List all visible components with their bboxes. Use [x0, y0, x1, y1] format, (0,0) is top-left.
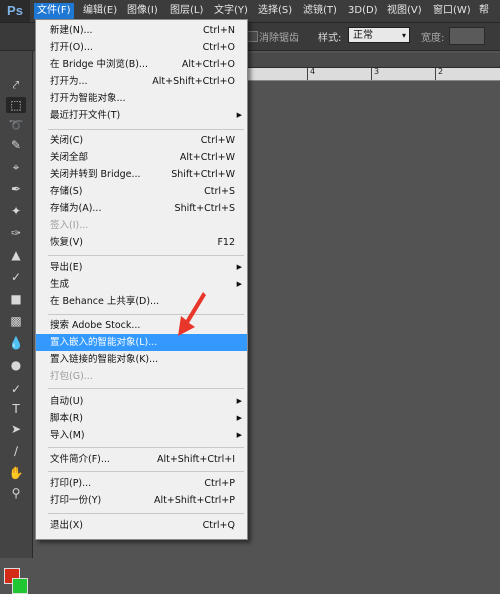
- crop-tool-icon[interactable]: ⌖: [6, 159, 26, 175]
- history-brush-tool-icon[interactable]: ✓: [6, 269, 26, 285]
- menu-item-recent-files[interactable]: 最近打开文件(T) ▶: [36, 107, 247, 124]
- menu-view[interactable]: 视图(V): [384, 3, 425, 19]
- menu-select[interactable]: 选择(S): [255, 3, 295, 19]
- menu-item-close-all[interactable]: 关闭全部 Alt+Ctrl+W: [36, 149, 247, 166]
- style-select[interactable]: 正常 ▾: [348, 27, 410, 43]
- anti-alias-label: 消除锯齿: [259, 33, 299, 44]
- ruler-label: 2: [438, 67, 444, 76]
- healing-brush-tool-icon[interactable]: ✦: [6, 203, 26, 219]
- menu-window[interactable]: 窗口(W): [430, 3, 474, 19]
- path-select-tool-icon[interactable]: ➤: [6, 421, 26, 437]
- menu-help[interactable]: 帮: [476, 3, 492, 19]
- horizontal-ruler: 4 3 2: [245, 67, 500, 81]
- menu-item-open[interactable]: 打开(O)... Ctrl+O: [36, 39, 247, 56]
- menu-item-browse-bridge[interactable]: 在 Bridge 中浏览(B)... Alt+Ctrl+O: [36, 56, 247, 73]
- menu-type[interactable]: 文字(Y): [211, 3, 251, 19]
- menu-item-save-as[interactable]: 存储为(A)... Shift+Ctrl+S: [36, 200, 247, 217]
- canvas-area[interactable]: [245, 81, 500, 558]
- width-label: 宽度:: [421, 33, 445, 44]
- brush-tool-icon[interactable]: ✑: [6, 225, 26, 241]
- ruler-tick: [371, 68, 372, 80]
- line-tool-icon[interactable]: ∕: [6, 443, 26, 459]
- background-color-swatch[interactable]: [12, 578, 28, 594]
- menu-item-close[interactable]: 关闭(C) Ctrl+W: [36, 132, 247, 149]
- ruler-tick: [307, 68, 308, 80]
- menu-item-import[interactable]: 导入(M) ▶: [36, 427, 247, 444]
- menu-item-automate[interactable]: 自动(U) ▶: [36, 393, 247, 410]
- menu-3d[interactable]: 3D(D): [345, 3, 381, 19]
- menu-item-file-info[interactable]: 文件简介(F)... Alt+Shift+Ctrl+I: [36, 451, 247, 468]
- menu-edit[interactable]: 编辑(E): [80, 3, 120, 19]
- menu-filter[interactable]: 滤镜(T): [300, 3, 340, 19]
- submenu-arrow-icon: ▶: [236, 263, 242, 271]
- file-menu-dropdown: 新建(N)... Ctrl+N 打开(O)... Ctrl+O 在 Bridge 中…: [35, 19, 248, 540]
- style-value: 正常: [353, 30, 373, 41]
- menu-item-place-linked[interactable]: 置入链接的智能对象(K)...: [36, 351, 247, 368]
- menu-item-place-embedded[interactable]: 置入嵌入的智能对象(L)...: [36, 334, 247, 351]
- menu-item-save[interactable]: 存储(S) Ctrl+S: [36, 183, 247, 200]
- menu-file[interactable]: 文件(F): [34, 3, 74, 19]
- menu-separator: [48, 513, 244, 514]
- submenu-arrow-icon: ▶: [236, 397, 242, 405]
- menu-item-revert[interactable]: 恢复(V) F12: [36, 234, 247, 251]
- ruler-label: 4: [310, 67, 316, 76]
- menu-separator: [48, 447, 244, 448]
- menu-item-print-one[interactable]: 打印一份(Y) Alt+Shift+Ctrl+P: [36, 492, 247, 509]
- menu-item-check-in: 签入(I)...: [50, 220, 89, 231]
- menu-item-generate[interactable]: 生成 ▶: [36, 276, 247, 293]
- gradient-tool-icon[interactable]: ▩: [6, 313, 26, 329]
- tools-panel: ⤤ ⬚ ➰ ✎ ⌖ ✒ ✦ ✑ ▲ ✓ ■ ▩ 💧 ● ✓ T ➤ ∕ ✋ ⚲: [0, 51, 33, 594]
- menu-separator: [48, 471, 244, 472]
- menu-item-package: 打包(G)...: [50, 371, 93, 382]
- menu-image[interactable]: 图像(I): [124, 3, 161, 19]
- width-input[interactable]: [449, 27, 485, 45]
- document-tab-bar: [245, 53, 500, 68]
- dodge-tool-icon[interactable]: ●: [6, 357, 26, 373]
- menu-item-search-stock[interactable]: 搜索 Adobe Stock...: [36, 317, 247, 334]
- menu-item-open-smart-object[interactable]: 打开为智能对象...: [36, 90, 247, 107]
- style-label: 样式:: [318, 33, 342, 44]
- menu-separator: [48, 255, 244, 256]
- menu-separator: [48, 129, 244, 130]
- marquee-tool-icon[interactable]: ⬚: [6, 97, 26, 113]
- menu-item-close-go-bridge[interactable]: 关闭并转到 Bridge... Shift+Ctrl+W: [36, 166, 247, 183]
- move-tool-icon[interactable]: ⤤: [6, 77, 26, 93]
- pen-tool-icon[interactable]: ✓: [6, 381, 26, 397]
- menu-separator: [48, 388, 244, 389]
- menu-item-new[interactable]: 新建(N)... Ctrl+N: [36, 22, 247, 39]
- submenu-arrow-icon: ▶: [236, 431, 242, 439]
- photoshop-logo: Ps: [0, 0, 30, 22]
- menu-item-open-as[interactable]: 打开为... Alt+Shift+Ctrl+O: [36, 73, 247, 90]
- menu-item-export[interactable]: 导出(E) ▶: [36, 259, 247, 276]
- menu-item-share-behance[interactable]: 在 Behance 上共享(D)...: [36, 293, 247, 310]
- menu-item-print[interactable]: 打印(P)... Ctrl+P: [36, 475, 247, 492]
- ruler-tick: [435, 68, 436, 80]
- zoom-tool-icon[interactable]: ⚲: [6, 485, 26, 501]
- submenu-arrow-icon: ▶: [236, 111, 242, 119]
- menu-separator: [48, 314, 244, 315]
- menu-item-scripts[interactable]: 脚本(R) ▶: [36, 410, 247, 427]
- eraser-tool-icon[interactable]: ■: [6, 291, 26, 307]
- ruler-label: 3: [374, 67, 380, 76]
- submenu-arrow-icon: ▶: [236, 280, 242, 288]
- type-tool-icon[interactable]: T: [6, 401, 26, 417]
- submenu-arrow-icon: ▶: [236, 414, 242, 422]
- hand-tool-icon[interactable]: ✋: [6, 465, 26, 481]
- menu-layer[interactable]: 图层(L): [167, 3, 206, 19]
- lasso-tool-icon[interactable]: ➰: [6, 117, 26, 133]
- quick-select-tool-icon[interactable]: ✎: [6, 137, 26, 153]
- blur-tool-icon[interactable]: 💧: [6, 335, 26, 351]
- clone-stamp-tool-icon[interactable]: ▲: [6, 247, 26, 263]
- anti-alias-checkbox[interactable]: [247, 31, 258, 42]
- select-arrow-icon: ▾: [401, 31, 406, 40]
- menu-item-exit[interactable]: 退出(X) Ctrl+Q: [36, 517, 247, 534]
- eyedropper-tool-icon[interactable]: ✒: [6, 181, 26, 197]
